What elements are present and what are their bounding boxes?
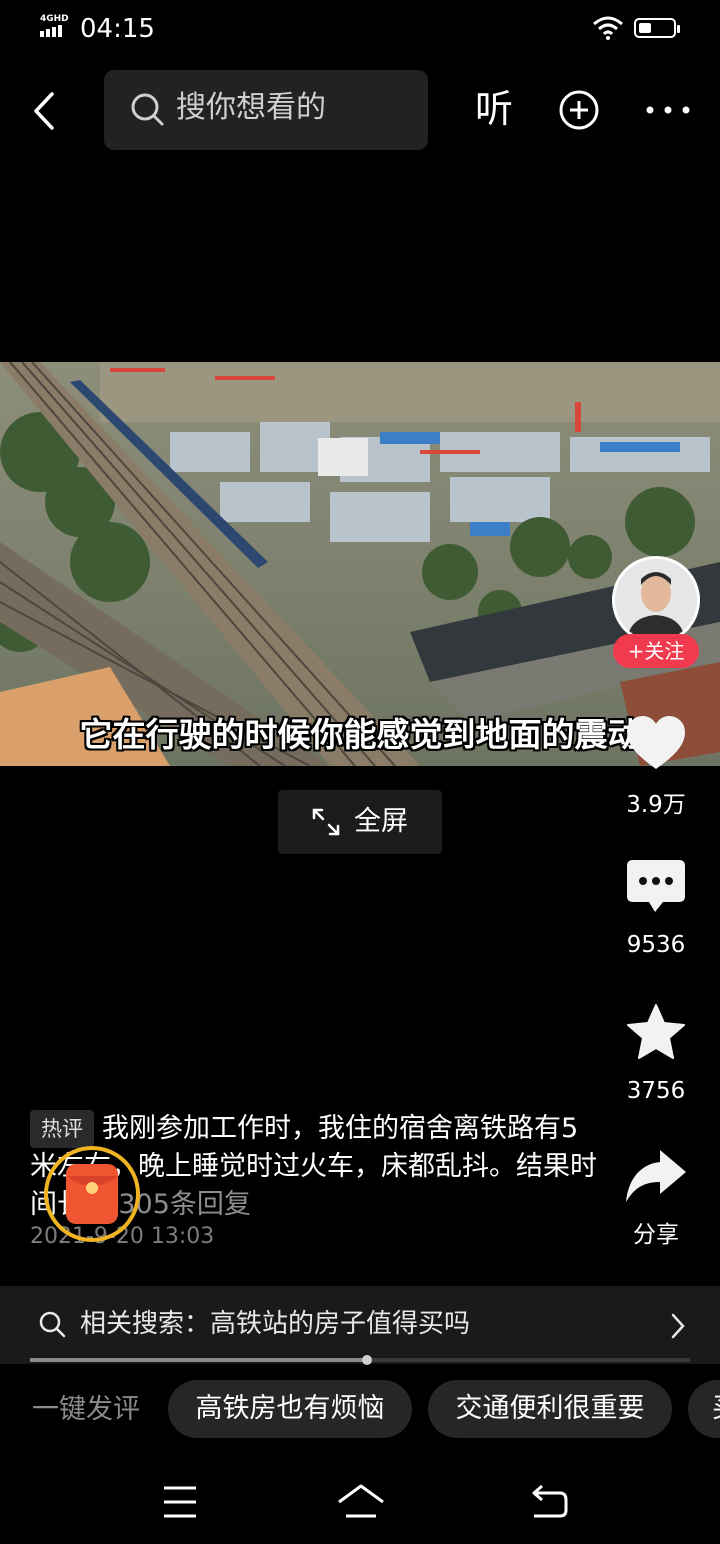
wifi-icon: [593, 16, 623, 40]
back-icon[interactable]: [26, 86, 66, 136]
comment-count: 9536: [626, 932, 686, 958]
fullscreen-button[interactable]: 全屏: [278, 790, 442, 854]
red-packet-icon[interactable]: [44, 1146, 140, 1242]
home-icon[interactable]: [336, 1480, 386, 1524]
signal-icon: [40, 25, 62, 37]
expand-icon: [312, 808, 340, 836]
status-time: 04:15: [80, 14, 155, 44]
playback-progress[interactable]: [30, 1355, 690, 1365]
related-search-bar[interactable]: 相关搜索：高铁站的房子值得买吗: [0, 1286, 720, 1364]
quick-comment-chip[interactable]: 高铁房也有烦恼: [168, 1380, 412, 1438]
heart-icon: [627, 716, 685, 769]
progress-knob[interactable]: [361, 1355, 372, 1365]
hot-comment-tag: 热评: [30, 1110, 94, 1148]
share-label: 分享: [633, 1222, 679, 1248]
share-button[interactable]: 分享: [614, 1148, 698, 1250]
quick-comment-chip[interactable]: 交通便利很重要: [428, 1380, 672, 1438]
progress-fill: [30, 1358, 367, 1362]
favorite-button[interactable]: 3756: [614, 1002, 698, 1106]
video-frame: [0, 362, 720, 766]
quick-comment-chip[interactable]: 买: [688, 1380, 720, 1438]
quick-comment-label: 一键发评: [32, 1394, 140, 1425]
network-indicator: 4GHD: [40, 14, 70, 39]
comment-icon: [627, 860, 685, 912]
more-icon[interactable]: [644, 100, 692, 120]
favorite-count: 3756: [626, 1078, 686, 1104]
like-button[interactable]: 3.9万: [614, 714, 698, 820]
status-bar: 4GHD 04:15: [0, 0, 720, 60]
chevron-right-icon: [671, 1313, 685, 1339]
star-icon: [627, 1004, 685, 1059]
video-subtitle: 它在行驶的时候你能感觉到地面的震动: [79, 715, 641, 754]
search-icon: [39, 1311, 66, 1338]
avatar-image: [615, 559, 697, 641]
add-icon[interactable]: [558, 89, 600, 131]
video-player[interactable]: [0, 362, 720, 766]
battery-icon: [634, 18, 680, 38]
return-icon[interactable]: [528, 1480, 572, 1524]
like-count: 3.9万: [626, 792, 686, 818]
menu-icon[interactable]: [160, 1480, 200, 1524]
fullscreen-label: 全屏: [354, 806, 408, 837]
related-search-text: 相关搜索：高铁站的房子值得买吗: [80, 1309, 471, 1339]
share-icon: [626, 1150, 686, 1202]
listen-button[interactable]: 听: [470, 84, 518, 134]
search-bar[interactable]: 搜你想看的: [104, 70, 428, 150]
author-avatar[interactable]: [612, 556, 700, 644]
follow-button[interactable]: +关注: [613, 634, 699, 668]
search-placeholder: 搜你想看的: [176, 90, 326, 125]
comment-button[interactable]: 9536: [614, 858, 698, 960]
search-icon: [131, 93, 164, 126]
